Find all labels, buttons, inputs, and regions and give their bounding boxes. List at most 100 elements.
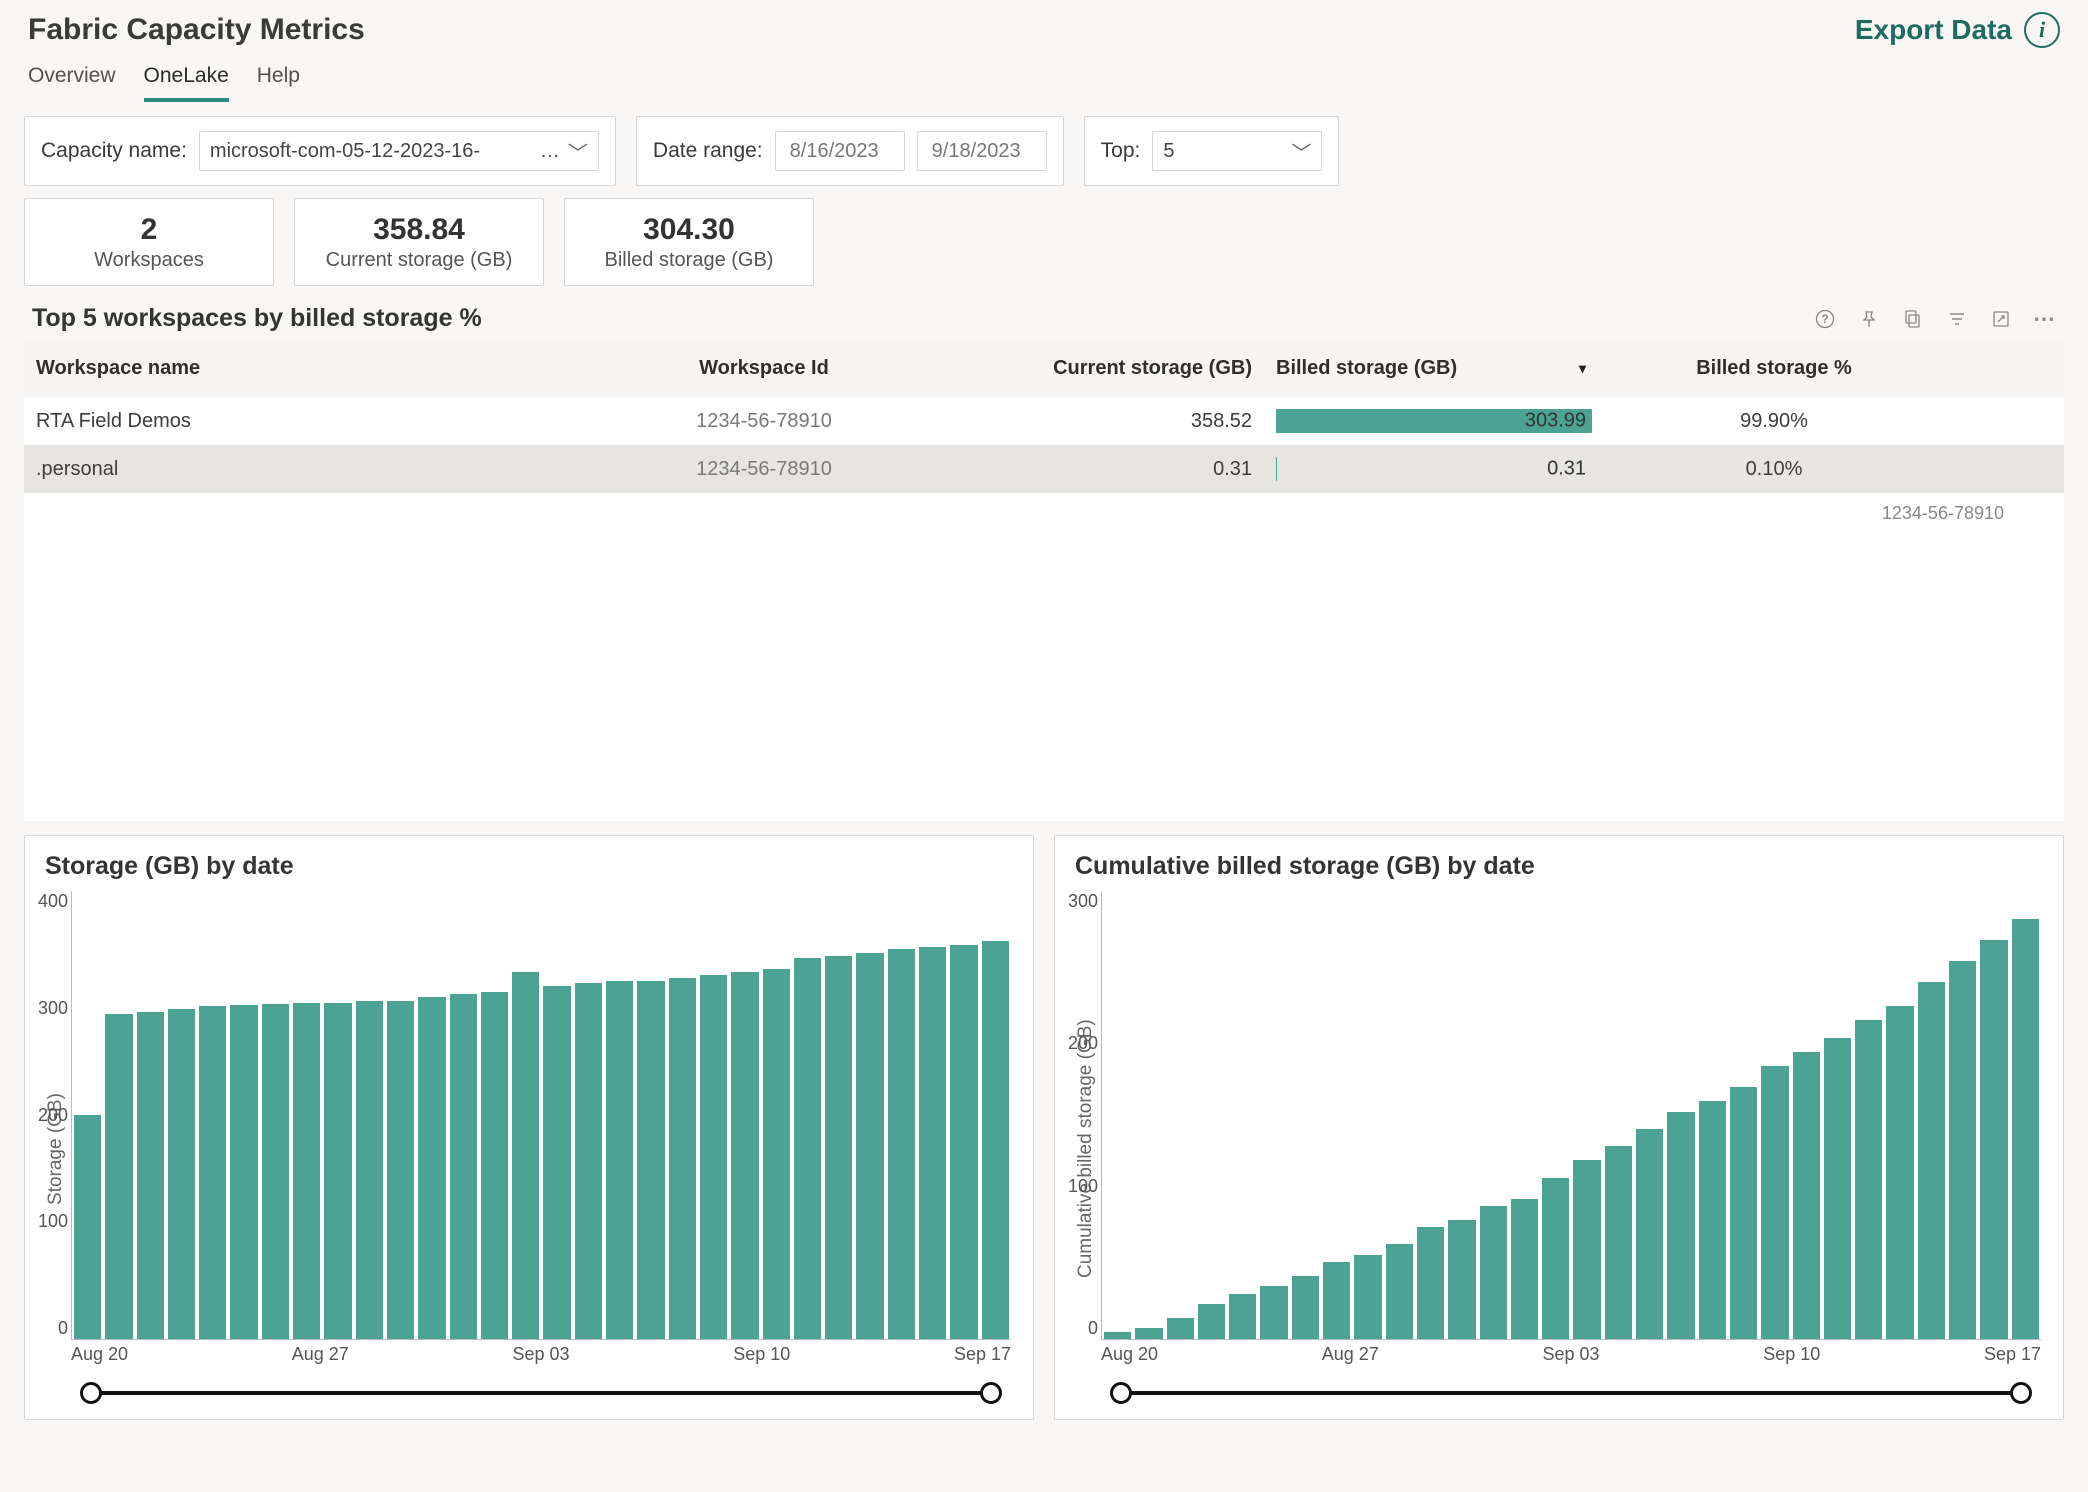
chart-bar[interactable] bbox=[794, 958, 821, 1339]
chart-bar[interactable] bbox=[1417, 1227, 1444, 1339]
cumulative-billed-storage-chart[interactable]: Cumulative billed storage (GB) by date C… bbox=[1054, 835, 2064, 1420]
kpi-card-0[interactable]: 2Workspaces bbox=[24, 198, 274, 286]
chart-bar[interactable] bbox=[1824, 1038, 1851, 1339]
chart-bar[interactable] bbox=[2012, 919, 2039, 1339]
pin-icon[interactable] bbox=[1858, 308, 1880, 330]
chart-bar[interactable] bbox=[199, 1006, 226, 1339]
chart-bar[interactable] bbox=[1198, 1304, 1225, 1339]
chart-bar[interactable] bbox=[105, 1014, 132, 1339]
col-workspace-name[interactable]: Workspace name bbox=[24, 357, 584, 380]
chart-bar[interactable] bbox=[637, 981, 664, 1339]
chart-bar[interactable] bbox=[669, 978, 696, 1339]
kpi-value: 304.30 bbox=[643, 213, 735, 247]
date-range-slider-right[interactable] bbox=[1111, 1379, 2031, 1407]
chart-bar[interactable] bbox=[418, 997, 445, 1339]
date-range-slider-left[interactable] bbox=[81, 1379, 1001, 1407]
chart-bar[interactable] bbox=[1730, 1087, 1757, 1339]
kpi-value: 2 bbox=[141, 213, 158, 247]
chart-bar[interactable] bbox=[731, 972, 758, 1339]
chart-bar[interactable] bbox=[1605, 1146, 1632, 1339]
slider-handle-start[interactable] bbox=[80, 1382, 102, 1404]
info-icon[interactable]: i bbox=[2024, 12, 2060, 48]
chart-bar[interactable] bbox=[888, 949, 915, 1339]
col-current-storage[interactable]: Current storage (GB) bbox=[944, 357, 1264, 380]
kpi-card-1[interactable]: 358.84Current storage (GB) bbox=[294, 198, 544, 286]
chart-bar[interactable] bbox=[481, 992, 508, 1339]
chart-bar[interactable] bbox=[450, 994, 477, 1339]
chart-bar[interactable] bbox=[1699, 1101, 1726, 1339]
chart-bar[interactable] bbox=[1949, 961, 1976, 1339]
chart-bar[interactable] bbox=[1636, 1129, 1663, 1339]
chart-bar[interactable] bbox=[950, 945, 977, 1339]
chart-bar[interactable] bbox=[324, 1003, 351, 1339]
chart-bar[interactable] bbox=[700, 975, 727, 1339]
chart-bar[interactable] bbox=[1793, 1052, 1820, 1339]
chart-bar[interactable] bbox=[1542, 1178, 1569, 1339]
chart-bar[interactable] bbox=[293, 1003, 320, 1339]
top-value: 5 bbox=[1163, 140, 1174, 163]
date-range-filter-card: Date range: 8/16/2023 9/18/2023 bbox=[636, 116, 1064, 186]
chart-bar[interactable] bbox=[356, 1001, 383, 1339]
chart-bar[interactable] bbox=[543, 986, 570, 1339]
chart-bar[interactable] bbox=[1761, 1066, 1788, 1339]
col-billed-storage[interactable]: Billed storage (GB) ▾ bbox=[1264, 357, 1604, 380]
svg-text:?: ? bbox=[1821, 312, 1828, 326]
chart-bar[interactable] bbox=[1323, 1262, 1350, 1339]
chart-bar[interactable] bbox=[1886, 1006, 1913, 1339]
chart-bar[interactable] bbox=[1229, 1294, 1256, 1339]
help-icon[interactable]: ? bbox=[1814, 308, 1836, 330]
table-footer-id: 1234-56-78910 bbox=[24, 493, 2064, 524]
export-data-button[interactable]: Export Data i bbox=[1855, 12, 2060, 48]
chart-bar[interactable] bbox=[1480, 1206, 1507, 1339]
chart-bar[interactable] bbox=[1104, 1332, 1131, 1339]
copy-icon[interactable] bbox=[1902, 308, 1924, 330]
chart-bar[interactable] bbox=[230, 1005, 257, 1339]
slider-handle-end[interactable] bbox=[980, 1382, 1002, 1404]
capacity-select[interactable]: microsoft-com-05-12-2023-16- … ﹀ bbox=[199, 131, 599, 171]
chart-bar[interactable] bbox=[1167, 1318, 1194, 1339]
top-select[interactable]: 5 ﹀ bbox=[1152, 131, 1322, 171]
chart-bar[interactable] bbox=[1386, 1244, 1413, 1339]
chart-bar[interactable] bbox=[1135, 1328, 1162, 1339]
date-to-input[interactable]: 9/18/2023 bbox=[917, 131, 1047, 171]
chart-bar[interactable] bbox=[1511, 1199, 1538, 1339]
more-options-icon[interactable]: ⋯ bbox=[2034, 308, 2056, 330]
chart-bar[interactable] bbox=[763, 969, 790, 1339]
chart-bar[interactable] bbox=[1667, 1112, 1694, 1339]
chart-bar[interactable] bbox=[575, 983, 602, 1339]
chart-bar[interactable] bbox=[168, 1009, 195, 1339]
chart-bar[interactable] bbox=[1448, 1220, 1475, 1339]
chart-bar[interactable] bbox=[1855, 1020, 1882, 1339]
chart-bar[interactable] bbox=[825, 956, 852, 1339]
chart-bar[interactable] bbox=[1918, 982, 1945, 1339]
chart-bar[interactable] bbox=[919, 947, 946, 1339]
storage-by-date-chart[interactable]: Storage (GB) by date Storage (GB) 400300… bbox=[24, 835, 1034, 1420]
focus-mode-icon[interactable] bbox=[1990, 308, 2012, 330]
tab-onelake[interactable]: OneLake bbox=[144, 60, 229, 102]
chart-bar[interactable] bbox=[1354, 1255, 1381, 1339]
chart-bar[interactable] bbox=[137, 1012, 164, 1339]
filter-icon[interactable] bbox=[1946, 308, 1968, 330]
kpi-card-2[interactable]: 304.30Billed storage (GB) bbox=[564, 198, 814, 286]
chart-bar[interactable] bbox=[1980, 940, 2007, 1339]
slider-handle-start[interactable] bbox=[1110, 1382, 1132, 1404]
chart-bar[interactable] bbox=[856, 953, 883, 1339]
chart-bar[interactable] bbox=[1292, 1276, 1319, 1339]
chart-bar[interactable] bbox=[74, 1115, 101, 1339]
tab-overview[interactable]: Overview bbox=[28, 60, 116, 102]
date-from-input[interactable]: 8/16/2023 bbox=[775, 131, 905, 171]
chart-bar[interactable] bbox=[982, 941, 1009, 1339]
col-billed-pct[interactable]: Billed storage % bbox=[1604, 357, 1944, 380]
chart-bar[interactable] bbox=[262, 1004, 289, 1339]
table-row[interactable]: .personal1234-56-789100.310.310.10% bbox=[24, 445, 2064, 493]
chart-bar[interactable] bbox=[1573, 1160, 1600, 1339]
tab-help[interactable]: Help bbox=[257, 60, 300, 102]
chart-bar[interactable] bbox=[387, 1001, 414, 1339]
y-tick: 0 bbox=[1088, 1318, 1098, 1339]
chart-bar[interactable] bbox=[512, 972, 539, 1339]
table-row[interactable]: RTA Field Demos1234-56-78910358.52303.99… bbox=[24, 397, 2064, 445]
col-workspace-id[interactable]: Workspace Id bbox=[584, 357, 944, 380]
slider-handle-end[interactable] bbox=[2010, 1382, 2032, 1404]
chart-bar[interactable] bbox=[1260, 1286, 1287, 1339]
chart-bar[interactable] bbox=[606, 981, 633, 1339]
